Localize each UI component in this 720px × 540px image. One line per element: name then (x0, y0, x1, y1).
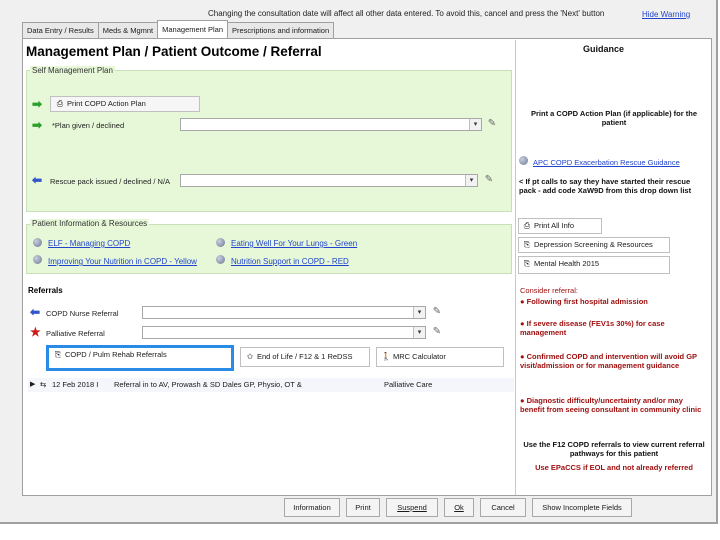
date-change-notice: Changing the consultation date will affe… (208, 9, 605, 18)
guidance-bullet-1: ● Following first hospital admission (520, 297, 648, 306)
epaccs-note: Use EPaCCS if EOL and not already referr… (535, 463, 693, 472)
print-action-plan-button[interactable]: ⎙ Print COPD Action Plan (50, 96, 200, 112)
mental-health-button[interactable]: ⎘ Mental Health 2015 (518, 256, 670, 274)
suspend-button[interactable]: Suspend (386, 498, 438, 517)
chevron-down-icon[interactable]: ▾ (413, 327, 425, 338)
palliative-referral-dropdown[interactable]: ▾ (142, 326, 426, 339)
document-icon: ⎘ (523, 240, 531, 249)
tab-management-plan[interactable]: Management Plan (157, 20, 229, 38)
print-all-info-button[interactable]: ⎙ Print All Info (518, 218, 602, 234)
info-bullet-icon (519, 156, 528, 165)
self-management-panel (26, 70, 512, 212)
printer-icon: ⎙ (56, 99, 64, 108)
green-arrow-icon: ➡ (32, 118, 43, 132)
show-incomplete-fields-button[interactable]: Show Incomplete Fields (532, 498, 632, 517)
document-icon: ⎘ (54, 350, 62, 359)
guidance-heading: Guidance (583, 44, 625, 54)
pencil-icon[interactable]: ✎ (430, 305, 444, 319)
depression-screening-button[interactable]: ⎘ Depression Screening & Resources (518, 237, 670, 253)
plan-given-dropdown[interactable]: ▾ (180, 118, 482, 131)
mrc-calculator-button[interactable]: 🚶 MRC Calculator (376, 347, 504, 367)
hide-warning-link[interactable]: Hide Warning (642, 10, 690, 19)
link-exacerbation-guidance[interactable]: APC COPD Exacerbation Rescue Guidance (533, 158, 680, 167)
consider-referral-heading: Consider referral: (520, 286, 578, 295)
page-title: Management Plan / Patient Outcome / Refe… (26, 44, 322, 59)
ok-button[interactable]: Ok (444, 498, 474, 517)
green-arrow-icon: ➡ (32, 97, 43, 111)
end-of-life-button[interactable]: ✩ End of Life / F12 & 1 ReDSS (240, 347, 370, 367)
print-button[interactable]: Print (346, 498, 380, 517)
tab-meds-mgmnt[interactable]: Meds & Mgmnt (97, 22, 159, 38)
rescue-pack-note: < If pt calls to say they have started t… (519, 177, 692, 195)
patient-info-panel (26, 224, 512, 274)
red-star-icon: ★ (30, 325, 41, 339)
plan-given-label: *Plan given / declined (52, 121, 125, 130)
referral-service: Palliative Care (384, 380, 433, 389)
mental-health-label: Mental Health 2015 (534, 259, 600, 268)
rescue-pack-dropdown[interactable]: ▾ (180, 174, 478, 187)
tab-data-entry[interactable]: Data Entry / Results (22, 22, 99, 38)
tab-bar: Data Entry / Results Meds & Mgmnt Manage… (22, 20, 335, 38)
referral-list[interactable]: ▶ ⇆ 12 Feb 2018 I Referral in to AV, Pro… (28, 376, 514, 494)
info-bullet-icon (216, 238, 225, 247)
information-button[interactable]: Information (284, 498, 340, 517)
document-star-icon: ✩ (246, 352, 254, 361)
patient-info-group-label: Patient Information & Resources (30, 219, 150, 228)
expand-arrow-icon[interactable]: ▶ (30, 378, 35, 392)
link-nutrition-yellow[interactable]: Improving Your Nutrition in COPD - Yello… (48, 257, 197, 266)
link-nutrition-red[interactable]: Nutrition Support in COPD - RED (231, 257, 349, 266)
end-of-life-label: End of Life / F12 & 1 ReDSS (257, 352, 353, 361)
cancel-button[interactable]: Cancel (480, 498, 526, 517)
list-item[interactable]: ▶ ⇆ 12 Feb 2018 I Referral in to AV, Pro… (28, 378, 514, 392)
chevron-down-icon[interactable]: ▾ (465, 175, 477, 186)
guidance-bullet-3: ● Confirmed COPD and intervention will a… (520, 352, 697, 370)
chevron-down-icon[interactable]: ▾ (469, 119, 481, 130)
nurse-referral-dropdown[interactable]: ▾ (142, 306, 426, 319)
mrc-calculator-label: MRC Calculator (393, 352, 446, 361)
chevron-down-icon[interactable]: ▾ (413, 307, 425, 318)
nurse-referral-label: COPD Nurse Referral (46, 309, 119, 318)
referrals-heading: Referrals (28, 286, 63, 295)
f12-referral-note: Use the F12 COPD referrals to view curre… (523, 440, 705, 458)
palliative-referral-label: Palliative Referral (46, 329, 105, 338)
link-elf-managing-copd[interactable]: ELF - Managing COPD (48, 239, 130, 248)
print-action-plan-label: Print COPD Action Plan (67, 99, 146, 108)
info-bullet-icon (216, 255, 225, 264)
guidance-bullet-2: ● If severe disease (FEV1s 30%) for case… (520, 319, 665, 337)
self-management-group-label: Self Management Plan (30, 66, 115, 75)
pencil-icon[interactable]: ✎ (482, 173, 496, 187)
referral-text: Referral in to AV, Prowash & SD Dales GP… (114, 380, 302, 389)
referral-date: 12 Feb 2018 I (52, 380, 99, 389)
info-bullet-icon (33, 255, 42, 264)
printer-icon: ⎙ (523, 221, 531, 230)
walking-person-icon: 🚶 (381, 352, 391, 361)
pulm-rehab-label: COPD / Pulm Rehab Referrals (65, 350, 167, 359)
depression-screening-label: Depression Screening & Resources (534, 240, 653, 249)
blue-arrow-icon: ⬅ (32, 173, 43, 187)
guidance-bullet-4: ● Diagnostic difficulty/uncertainty and/… (520, 396, 702, 414)
pencil-icon[interactable]: ✎ (430, 325, 444, 339)
rescue-pack-label: Rescue pack issued / declined / N/A (50, 177, 171, 186)
referral-icon: ⇆ (40, 380, 47, 389)
print-plan-note: Print a COPD Action Plan (if applicable)… (531, 109, 697, 127)
info-bullet-icon (33, 238, 42, 247)
blue-arrow-icon: ⬅ (30, 305, 41, 319)
tab-prescriptions[interactable]: Prescriptions and information (227, 22, 335, 38)
pencil-icon[interactable]: ✎ (485, 117, 499, 131)
link-eating-well-green[interactable]: Eating Well For Your Lungs - Green (231, 239, 357, 248)
pulm-rehab-referrals-button[interactable]: ⎘ COPD / Pulm Rehab Referrals (46, 345, 234, 371)
print-all-info-label: Print All Info (534, 221, 575, 230)
document-icon: ⎘ (523, 259, 531, 268)
